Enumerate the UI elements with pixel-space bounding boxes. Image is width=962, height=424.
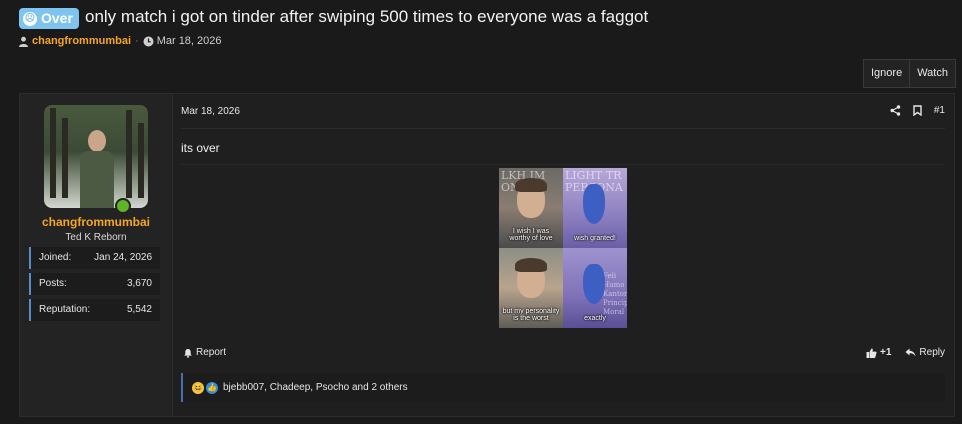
- avatar[interactable]: [44, 105, 148, 208]
- post-username[interactable]: changfrommumbai: [20, 215, 172, 229]
- bookmark-icon[interactable]: [913, 105, 922, 116]
- post-number-link[interactable]: #1: [934, 105, 945, 116]
- meme-panel: but my personality is the worst: [499, 248, 563, 328]
- post-divider: [181, 164, 945, 165]
- thread-author-link[interactable]: changfrommumbai: [32, 35, 131, 47]
- report-label: Report: [196, 347, 227, 358]
- online-status-indicator: [115, 198, 131, 214]
- stat-label: Joined:: [39, 252, 72, 263]
- post-divider: [181, 128, 945, 129]
- stat-joined: Joined: Jan 24, 2026: [29, 247, 160, 269]
- meme-caption: wish granted!: [574, 235, 616, 242]
- reply-label: Reply: [919, 347, 945, 358]
- thread-action-buttons: Ignore Watch: [863, 59, 956, 88]
- post-image-meme[interactable]: LKH IM ONLI I wish I was worthy of love …: [499, 168, 627, 328]
- stat-value: Jan 24, 2026: [94, 252, 152, 263]
- user-title: Ted K Reborn: [65, 232, 127, 243]
- reply-icon: [905, 348, 916, 357]
- thread-title: only match i got on tinder after swiping…: [85, 7, 649, 26]
- reactions-bar[interactable]: 😆 👍 bjebb007, Chadeep, Psocho and 2 othe…: [181, 373, 945, 402]
- post-message: changfrommumbai Ted K Reborn Joined: Jan…: [19, 93, 955, 417]
- post-tools: #1: [890, 105, 945, 116]
- thread-date[interactable]: Mar 18, 2026: [157, 35, 222, 47]
- share-icon[interactable]: [890, 105, 901, 116]
- meme-panel: LKH IM ONLI I wish I was worthy of love: [499, 168, 563, 248]
- reply-button[interactable]: Reply: [905, 347, 945, 358]
- stat-reputation: Reputation: 5,542: [29, 299, 160, 321]
- watch-button[interactable]: Watch: [910, 59, 956, 88]
- post-footer-actions: +1 Reply: [866, 347, 945, 358]
- thread-prefix-label: Over: [41, 10, 73, 26]
- thread-prefix-badge[interactable]: ☹ Over: [19, 8, 79, 29]
- ignore-button[interactable]: Ignore: [863, 59, 911, 88]
- stat-label: Posts:: [39, 278, 67, 289]
- meme-caption: but my personality is the worst: [502, 308, 560, 322]
- report-link[interactable]: Report: [183, 347, 226, 358]
- post-date[interactable]: Mar 18, 2026: [181, 106, 240, 117]
- meme-caption: exactly: [584, 315, 606, 322]
- post-body-text: its over: [181, 141, 220, 155]
- laugh-reaction-icon: 😆: [192, 381, 204, 394]
- like-reaction-icon: 👍: [206, 381, 218, 394]
- user-icon: [18, 36, 29, 47]
- post-user-column: changfrommumbai Ted K Reborn Joined: Jan…: [20, 94, 173, 416]
- meme-panel-bg-text: Feli Humo Kantor Principle Moral: [603, 272, 627, 316]
- meme-panel: Feli Humo Kantor Principle Moral exactly: [563, 248, 627, 328]
- meta-separator: ·: [135, 35, 139, 47]
- plus-one-label: +1: [880, 347, 892, 358]
- thread-header: ☹ Over only match i got on tinder after …: [0, 0, 962, 55]
- stat-label: Reputation:: [39, 304, 91, 315]
- sad-face-icon: ☹: [23, 11, 37, 26]
- react-button[interactable]: +1: [866, 347, 891, 358]
- stat-value: 5,542: [126, 304, 152, 315]
- post-content: Mar 18, 2026 #1 its over LKH IM ONLI I w…: [181, 94, 945, 416]
- thread-meta: changfrommumbai · Mar 18, 2026: [18, 35, 222, 47]
- stat-posts: Posts: 3,670: [29, 273, 160, 295]
- bell-icon: [183, 348, 193, 358]
- meme-panel: LIGHT TR PERSONA wish granted!: [563, 168, 627, 248]
- reactions-users-text[interactable]: bjebb007, Chadeep, Psocho and 2 others: [223, 382, 408, 393]
- stat-value: 3,670: [126, 278, 152, 289]
- thumbs-up-icon: [866, 348, 877, 358]
- meme-caption: I wish I was worthy of love: [509, 228, 553, 242]
- clock-icon: [143, 36, 154, 47]
